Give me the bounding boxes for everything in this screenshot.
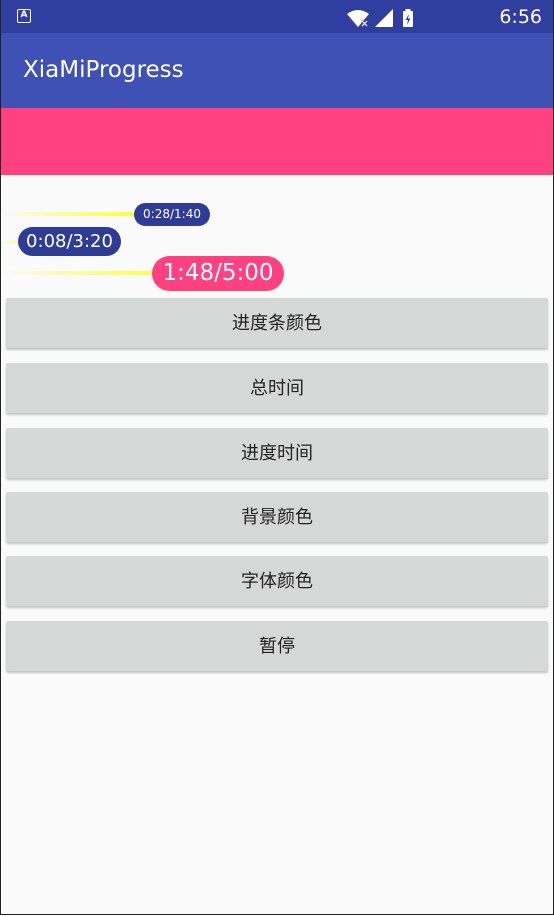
signal-icon [375, 9, 393, 27]
status-bar: A 6:56 [0, 0, 554, 33]
accent-color-bar [0, 108, 554, 175]
wifi-icon [347, 10, 369, 27]
background-color-button[interactable]: 背景颜色 [6, 492, 548, 542]
progress-label-3: 1:48/5:00 [152, 256, 284, 291]
app-bar: XiaMiProgress [0, 33, 554, 108]
progress-label-2: 0:08/3:20 [18, 227, 121, 256]
progress-color-button[interactable]: 进度条颜色 [6, 298, 548, 348]
progress-time-button[interactable]: 进度时间 [6, 428, 548, 478]
status-time: 6:56 [499, 6, 542, 28]
progress-label-1: 0:28/1:40 [134, 203, 210, 226]
pause-button[interactable]: 暂停 [6, 621, 548, 671]
total-time-button[interactable]: 总时间 [6, 363, 548, 413]
android-notification-icon: A [17, 9, 31, 23]
status-icons [347, 9, 413, 27]
battery-icon [403, 9, 413, 27]
font-color-button[interactable]: 字体颜色 [6, 556, 548, 606]
app-title: XiaMiProgress [23, 57, 184, 83]
